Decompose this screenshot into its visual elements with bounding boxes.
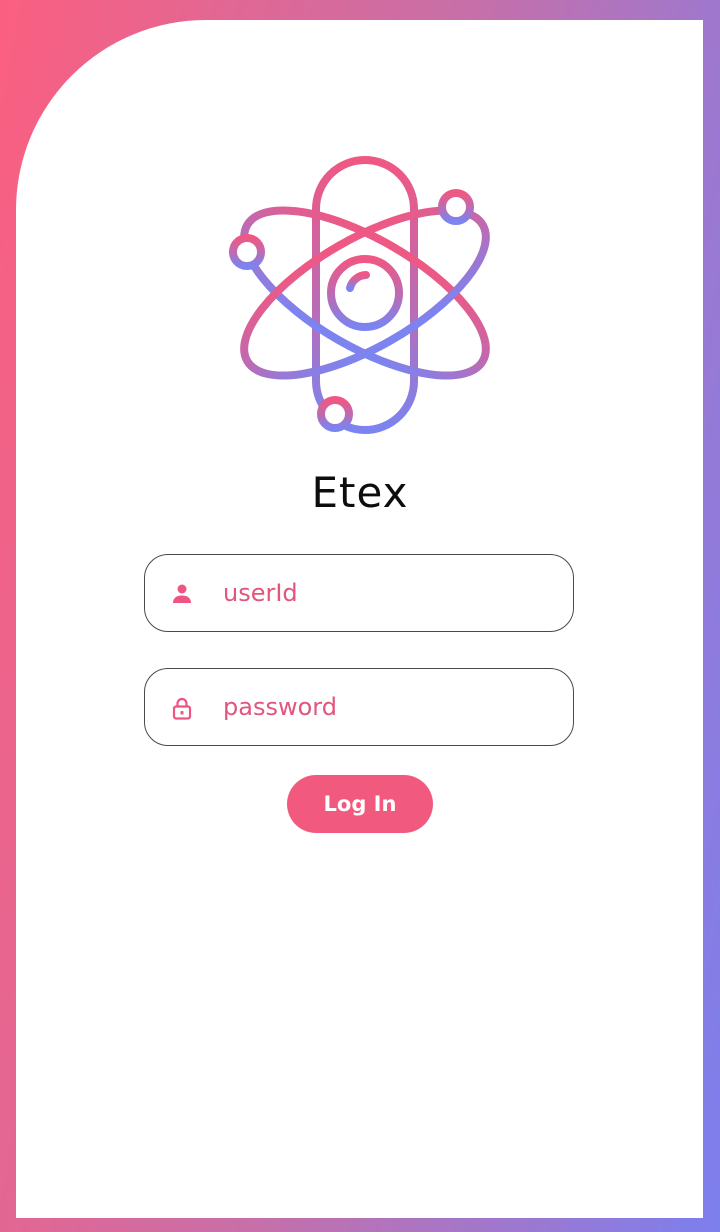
password-input[interactable] — [223, 683, 553, 731]
password-field[interactable] — [144, 668, 574, 746]
user-id-input[interactable] — [223, 569, 553, 617]
atom-icon — [229, 156, 490, 434]
app-title: Etex — [311, 468, 409, 517]
login-button[interactable]: Log In — [287, 775, 433, 833]
lock-icon — [172, 697, 192, 720]
person-icon — [173, 584, 191, 603]
user-id-field[interactable] — [144, 554, 574, 632]
